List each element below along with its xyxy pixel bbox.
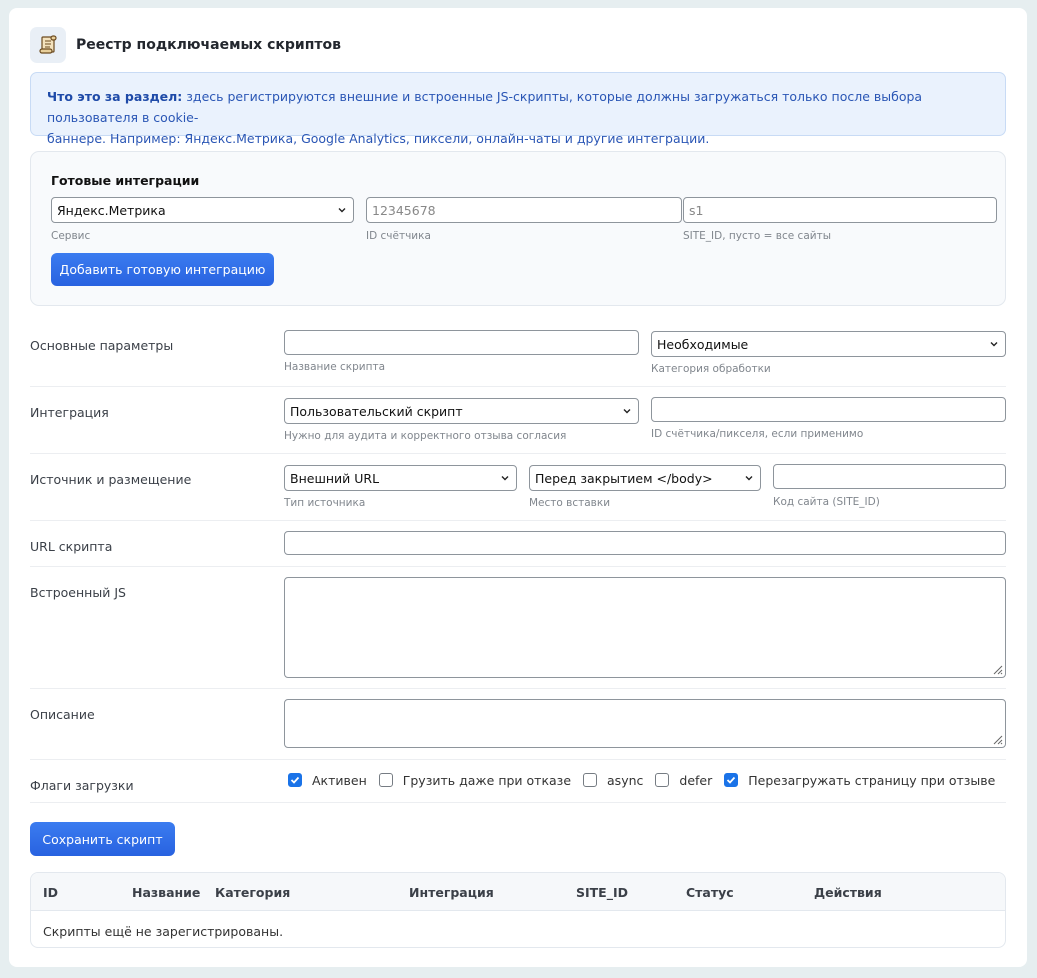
info-lead: Что это за раздел: bbox=[47, 89, 183, 104]
chevron-down-icon bbox=[623, 409, 631, 414]
col-status[interactable]: Статус bbox=[686, 885, 734, 900]
row-divider bbox=[30, 566, 1006, 567]
load-on-refuse-checkbox[interactable] bbox=[378, 773, 393, 787]
category-select[interactable]: Необходимые bbox=[651, 331, 1006, 357]
site-id-value: s1 bbox=[689, 202, 704, 218]
resize-grip-icon[interactable] bbox=[991, 663, 1003, 675]
col-name[interactable]: Название bbox=[132, 885, 200, 900]
script-name-hint: Название скрипта bbox=[284, 361, 386, 373]
check-icon bbox=[290, 776, 300, 784]
col-category[interactable]: Категория bbox=[215, 885, 290, 900]
info-text-line2: баннере. Например: Яндекс.Метрика, Googl… bbox=[47, 131, 710, 146]
row-divider bbox=[30, 453, 1006, 454]
category-hint: Категория обработки bbox=[651, 363, 771, 375]
row-divider bbox=[30, 520, 1006, 521]
page-header: Реестр подключаемых скриптов bbox=[30, 27, 341, 63]
chevron-down-icon bbox=[501, 476, 509, 481]
description-label: Описание bbox=[30, 707, 95, 722]
counter-id-placeholder: 12345678 bbox=[372, 202, 436, 218]
script-url-label: URL скрипта bbox=[30, 539, 113, 554]
inline-js-textarea[interactable] bbox=[284, 577, 1006, 678]
reload-on-revoke-label[interactable]: Перезагружать страницу при отзыве bbox=[748, 773, 995, 788]
async-checkbox[interactable] bbox=[583, 773, 598, 787]
insert-place-hint: Место вставки bbox=[529, 497, 611, 509]
page-title: Реестр подключаемых скриптов bbox=[76, 37, 341, 53]
add-integration-button[interactable]: Добавить готовую интеграцию bbox=[51, 253, 274, 286]
pixel-id-hint: ID счётчика/пикселя, если применимо bbox=[651, 428, 864, 440]
chevron-down-icon bbox=[338, 208, 346, 213]
counter-id-hint: ID счётчика bbox=[366, 230, 431, 242]
table-empty-message: Скрипты ещё не зарегистрированы. bbox=[43, 924, 284, 939]
insert-place-value: Перед закрытием </body> bbox=[535, 470, 713, 486]
col-site-id[interactable]: SITE_ID bbox=[576, 885, 628, 900]
row-divider bbox=[30, 759, 1006, 760]
row-divider bbox=[30, 688, 1006, 689]
site-id-hint: SITE_ID, пусто = все сайты bbox=[683, 230, 831, 242]
resize-grip-icon[interactable] bbox=[991, 733, 1003, 745]
chevron-down-icon bbox=[745, 476, 753, 481]
col-actions[interactable]: Действия bbox=[814, 885, 882, 900]
service-hint: Сервис bbox=[51, 230, 91, 242]
integration-type-select[interactable]: Пользовательский скрипт bbox=[284, 398, 639, 424]
scroll-icon bbox=[30, 27, 66, 63]
row-divider bbox=[30, 386, 1006, 387]
active-label[interactable]: Активен bbox=[312, 773, 367, 788]
counter-id-input[interactable]: 12345678 bbox=[366, 197, 682, 223]
integration-type-hint: Нужно для аудита и корректного отзыва со… bbox=[284, 430, 567, 442]
defer-label[interactable]: defer bbox=[679, 773, 712, 788]
active-checkbox[interactable] bbox=[288, 773, 302, 787]
site-code-input[interactable] bbox=[773, 464, 1006, 489]
reload-on-revoke-checkbox[interactable] bbox=[724, 773, 739, 787]
source-type-select[interactable]: Внешний URL bbox=[284, 465, 517, 491]
table-header: ID Название Категория Интеграция SITE_ID… bbox=[31, 873, 1005, 911]
check-icon bbox=[727, 776, 736, 784]
source-type-hint: Тип источника bbox=[284, 497, 366, 509]
category-select-value: Необходимые bbox=[657, 336, 749, 352]
main-card: Реестр подключаемых скриптов Что это за … bbox=[9, 8, 1027, 967]
integration-label: Интеграция bbox=[30, 405, 109, 420]
source-label: Источник и размещение bbox=[30, 472, 192, 487]
service-select-value: Яндекс.Метрика bbox=[57, 202, 166, 218]
site-id-input[interactable]: s1 bbox=[683, 197, 997, 223]
scripts-table: ID Название Категория Интеграция SITE_ID… bbox=[30, 872, 1006, 948]
script-url-input[interactable] bbox=[284, 531, 1006, 555]
script-name-input[interactable] bbox=[284, 330, 639, 355]
defer-checkbox[interactable] bbox=[655, 773, 670, 787]
integration-type-value: Пользовательский скрипт bbox=[290, 403, 463, 419]
load-on-refuse-label[interactable]: Грузить даже при отказе bbox=[403, 773, 571, 788]
col-integration[interactable]: Интеграция bbox=[409, 885, 494, 900]
ready-integrations-title: Готовые интеграции bbox=[51, 173, 200, 188]
save-script-button[interactable]: Сохранить скрипт bbox=[30, 822, 175, 856]
async-label[interactable]: async bbox=[607, 773, 643, 788]
load-flags-group: Активен Грузить даже при отказе async de… bbox=[288, 771, 1007, 789]
basic-params-label: Основные параметры bbox=[30, 338, 174, 353]
info-box: Что это за раздел: здесь регистрируются … bbox=[30, 72, 1006, 146]
source-type-value: Внешний URL bbox=[290, 470, 380, 486]
site-code-hint: Код сайта (SITE_ID) bbox=[773, 496, 880, 508]
pixel-id-input[interactable] bbox=[651, 397, 1006, 422]
col-id[interactable]: ID bbox=[43, 885, 58, 900]
insert-place-select[interactable]: Перед закрытием </body> bbox=[529, 465, 761, 491]
inline-js-label: Встроенный JS bbox=[30, 585, 126, 600]
service-select[interactable]: Яндекс.Метрика bbox=[51, 197, 354, 223]
chevron-down-icon bbox=[990, 342, 998, 347]
row-divider bbox=[30, 802, 1006, 803]
description-textarea[interactable] bbox=[284, 699, 1006, 748]
ready-integrations-panel: Готовые интеграции Яндекс.Метрика Сервис… bbox=[30, 151, 1006, 306]
load-flags-label: Флаги загрузки bbox=[30, 778, 134, 793]
